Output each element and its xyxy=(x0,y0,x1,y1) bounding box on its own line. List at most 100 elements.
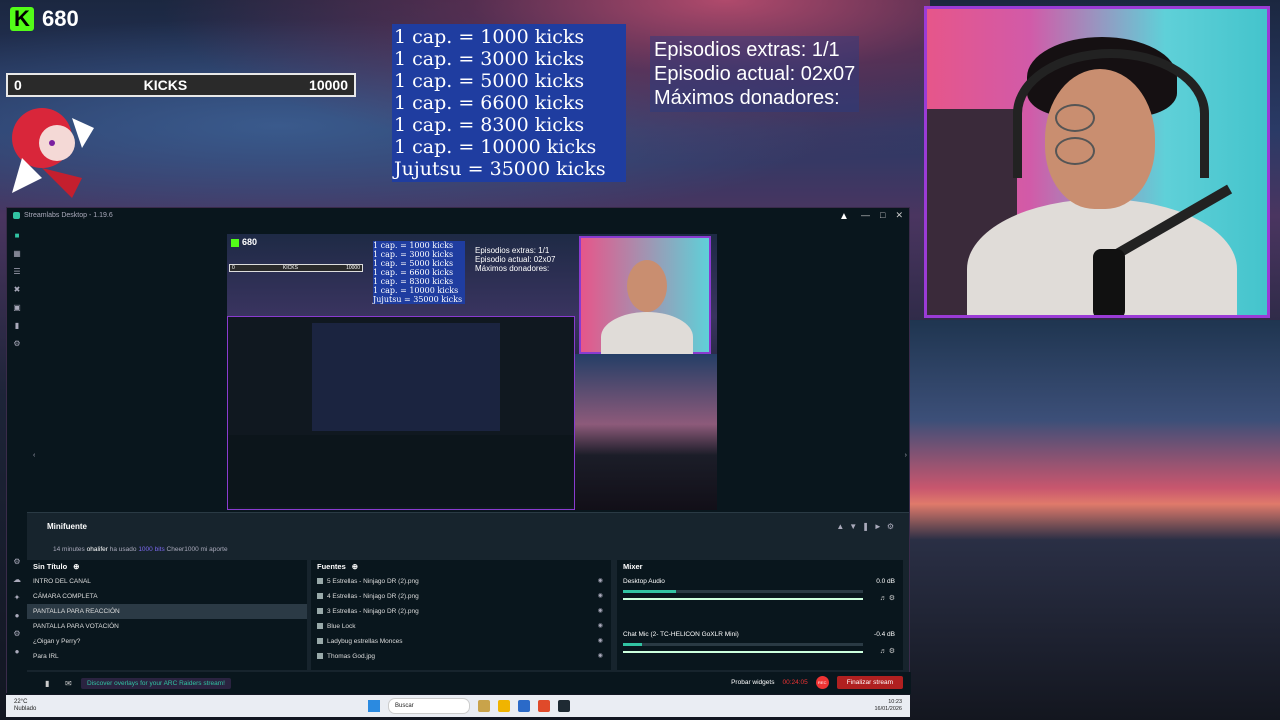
taskbar-search[interactable]: Buscar xyxy=(388,698,470,714)
store-icon[interactable]: ▣ xyxy=(13,304,21,312)
source-item[interactable]: Thomas God.jpg ◉ xyxy=(311,649,611,664)
folder-icon xyxy=(317,638,323,645)
settings-icon[interactable]: ⚙ xyxy=(13,340,21,348)
mute-icon[interactable]: ♬ ⚙ xyxy=(880,647,895,655)
status-footer: ▮ ✉ Discover overlays for your ARC Raide… xyxy=(7,672,911,694)
windows-start-icon[interactable] xyxy=(368,700,380,712)
mixer-panel: Mixer Desktop Audio 0.0 dB ♬ ⚙ Chat Mic … xyxy=(617,560,903,670)
add-scene-icon[interactable]: ⊕ xyxy=(73,560,79,574)
app-icon-bird[interactable] xyxy=(478,700,490,712)
streamlabs-logo-icon xyxy=(13,211,20,219)
end-stream-button[interactable]: Finalizar stream xyxy=(836,676,903,689)
volume-slider[interactable] xyxy=(623,598,863,600)
preview-windfarm xyxy=(575,354,717,510)
scene-item[interactable]: INTRO DEL CANAL xyxy=(27,574,307,589)
scene-item[interactable]: CÁMARA COMPLETA xyxy=(27,589,307,604)
tools-icon[interactable]: ✖ xyxy=(13,286,21,294)
clock-time: 10:23 xyxy=(888,699,902,705)
source-item[interactable]: 3 Estrellas - Ninjago DR (2).png ◉ xyxy=(311,604,611,619)
folder-icon xyxy=(317,623,323,630)
maximize-icon[interactable]: □ xyxy=(880,208,885,222)
kick-count-value: 680 xyxy=(42,6,79,31)
cap-line: 1 cap. = 5000 kicks xyxy=(394,70,585,92)
stream-preview[interactable]: 680 0 KICKS 10000 1 cap. = 1000 kicks 1 cap… xyxy=(227,234,717,510)
mixer-channel: Desktop Audio 0.0 dB ♬ ⚙ xyxy=(617,574,903,627)
cloud-icon[interactable]: ☁ xyxy=(13,576,21,584)
episodes-extra: Episodios extras: 1/1 xyxy=(654,39,840,61)
minifuente-toolbar[interactable]: ▲▼❚►⚙ xyxy=(836,522,899,531)
highlighter-icon[interactable]: ⚙ xyxy=(13,558,21,566)
webcam-feed xyxy=(924,6,1270,318)
image-icon xyxy=(317,578,323,585)
audio-meter xyxy=(623,590,863,593)
theme-icon[interactable]: ▦ xyxy=(13,250,21,258)
minimize-icon[interactable]: — xyxy=(861,208,870,222)
user-icon[interactable]: ● xyxy=(13,648,21,656)
stats-icon[interactable]: ▮ xyxy=(13,322,21,330)
nested-preview xyxy=(312,323,500,431)
minifuente-title: Minifuente xyxy=(47,522,87,531)
cap-line: 1 cap. = 1000 kicks xyxy=(394,26,585,48)
source-item[interactable]: Ladybug estrellas Monces ◉ xyxy=(311,634,611,649)
scene-item[interactable]: PANTALLA PARA VOTACIÓN xyxy=(27,619,307,634)
visibility-icon: ◉ xyxy=(597,638,603,644)
top-donors-label: Máximos donadores: xyxy=(654,87,840,109)
weather-desc: Nublado xyxy=(14,706,37,712)
close-icon[interactable]: ✕ xyxy=(895,208,903,222)
mute-icon[interactable]: ♬ ⚙ xyxy=(880,594,895,602)
test-widgets-button[interactable]: Probar widgets xyxy=(731,679,774,686)
cap-line: 1 cap. = 10000 kicks xyxy=(394,136,597,158)
glasses xyxy=(1055,104,1145,165)
chat-action: ha usado xyxy=(109,546,137,553)
bottom-panels: Sin Título ⊕ INTRO DEL CANAL CÁMARA COMPL… xyxy=(27,560,909,670)
channel-name: Desktop Audio xyxy=(623,578,665,585)
kick-bar-label: KICKS xyxy=(143,77,188,93)
editor-preview-area: ‹ › 680 0 KICKS 10000 1 cap. = 1000 kicks 1… xyxy=(27,222,909,512)
source-item[interactable]: 5 Estrellas - Ninjago DR (2).png ◉ xyxy=(311,574,611,589)
record-button[interactable]: REC xyxy=(815,676,829,689)
add-source-icon[interactable]: ⊕ xyxy=(352,560,358,574)
meter-fill xyxy=(623,590,676,593)
mascot-character-image xyxy=(12,108,94,198)
kick-bar-min: 0 xyxy=(14,77,22,93)
bolt-icon[interactable]: ✦ xyxy=(13,594,21,602)
background-windfarm xyxy=(910,320,1280,720)
streamlabs-taskbar-icon[interactable] xyxy=(558,700,570,712)
layout-icon[interactable]: ☰ xyxy=(13,268,21,276)
weather-widget[interactable]: 22°C Nublado xyxy=(14,699,36,713)
image-icon xyxy=(317,653,323,660)
kick-progress-bar: 0 KICKS 10000 xyxy=(6,73,356,97)
chat-bits: 1000 bits xyxy=(138,546,165,553)
channel-db: 0.0 dB xyxy=(876,578,895,585)
cap-line: 1 cap. = 6600 kicks xyxy=(394,92,585,114)
megaphone-icon: ✉ xyxy=(65,678,72,688)
scene-item[interactable]: ¿Oigan y Perry? xyxy=(27,634,307,649)
preview-nested-capture xyxy=(227,316,575,510)
scene-item[interactable]: Para IRL xyxy=(27,649,307,664)
kick-bar-max: 10000 xyxy=(309,77,348,93)
file-explorer-icon[interactable] xyxy=(498,700,510,712)
chat-text: Cheer1000 mi aporte xyxy=(166,546,228,553)
source-item[interactable]: Blue Lock ◉ xyxy=(311,619,611,634)
promo-banner[interactable]: Discover overlays for your ARC Raiders s… xyxy=(81,677,231,689)
editor-icon[interactable]: ■ xyxy=(13,232,21,240)
stats-bar-icon[interactable]: ▮ xyxy=(45,679,49,688)
cap-line: Jujutsu = 35000 kicks xyxy=(394,158,606,180)
help-icon[interactable]: ● xyxy=(13,612,21,620)
visibility-icon: ◉ xyxy=(597,608,603,614)
collapse-left-icon[interactable]: ‹ xyxy=(33,452,35,459)
window-titlebar[interactable]: Streamlabs Desktop - 1.19.6 ▲ — □ ✕ xyxy=(7,208,909,222)
preview-cap-list: 1 cap. = 1000 kicks 1 cap. = 3000 kicks 1 … xyxy=(373,241,465,304)
collapse-right-icon[interactable]: › xyxy=(905,452,907,459)
cap-line: 1 cap. = 8300 kicks xyxy=(394,114,585,136)
brave-browser-icon[interactable] xyxy=(538,700,550,712)
store-app-icon[interactable] xyxy=(518,700,530,712)
gear-icon[interactable]: ⚙ xyxy=(13,630,21,638)
source-item[interactable]: 4 Estrellas - Ninjago DR (2).png ◉ xyxy=(311,589,611,604)
weather-temp: 22°C xyxy=(14,699,28,705)
scene-item-selected[interactable]: PANTALLA PARA REACCIÓN xyxy=(27,604,307,619)
left-sidebar: ■ ▦ ☰ ✖ ▣ ▮ ⚙ ⚙ ☁ ✦ ● ⚙ ● xyxy=(7,222,27,692)
volume-slider[interactable] xyxy=(623,651,863,653)
taskbar-clock[interactable]: 10:23 16/01/2026 xyxy=(874,699,902,713)
chat-message: 14 minutes ohalifer ha usado 1000 bits C… xyxy=(53,546,228,553)
